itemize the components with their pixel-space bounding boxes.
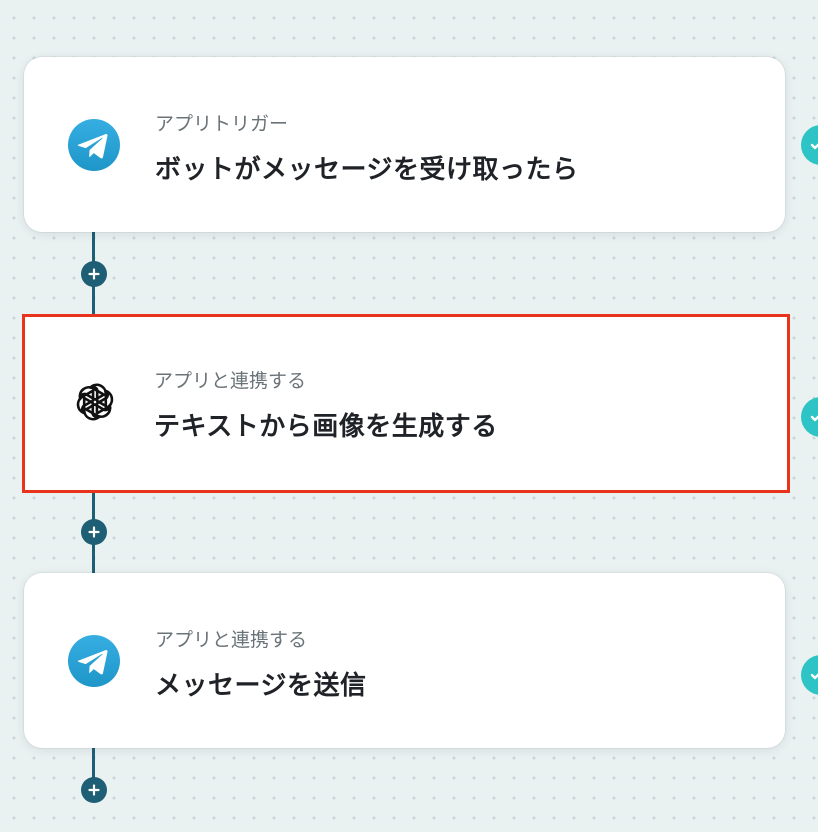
step-title: メッセージを送信 [155,671,367,701]
step-status-indicator[interactable] [801,125,818,165]
step-title: ボットがメッセージを受け取ったら [155,155,579,185]
step-status-indicator[interactable] [801,397,818,437]
step-type-label: アプリと連携する [154,370,307,392]
telegram-icon [68,635,120,687]
step-title: テキストから画像を生成する [154,412,498,442]
add-step-button[interactable] [81,777,107,803]
flow-step-card-trigger[interactable]: アプリトリガー ボットがメッセージを受け取ったら [24,57,785,232]
flow-step-card-generate-image[interactable]: アプリと連携する テキストから画像を生成する [22,314,790,493]
plus-icon [88,784,100,796]
check-circle-icon [810,415,818,422]
flow-step-card-send-message[interactable]: アプリと連携する メッセージを送信 [24,573,785,748]
step-status-indicator[interactable] [801,655,818,695]
add-step-button[interactable] [81,261,107,287]
telegram-icon [68,119,120,171]
plus-icon [88,526,100,538]
step-type-label: アプリと連携する [155,629,308,651]
add-step-button[interactable] [81,519,107,545]
plus-icon [88,268,100,280]
step-type-label: アプリトリガー [155,113,289,135]
openai-icon [69,376,121,428]
check-circle-icon [810,673,818,680]
check-circle-icon [810,143,818,150]
